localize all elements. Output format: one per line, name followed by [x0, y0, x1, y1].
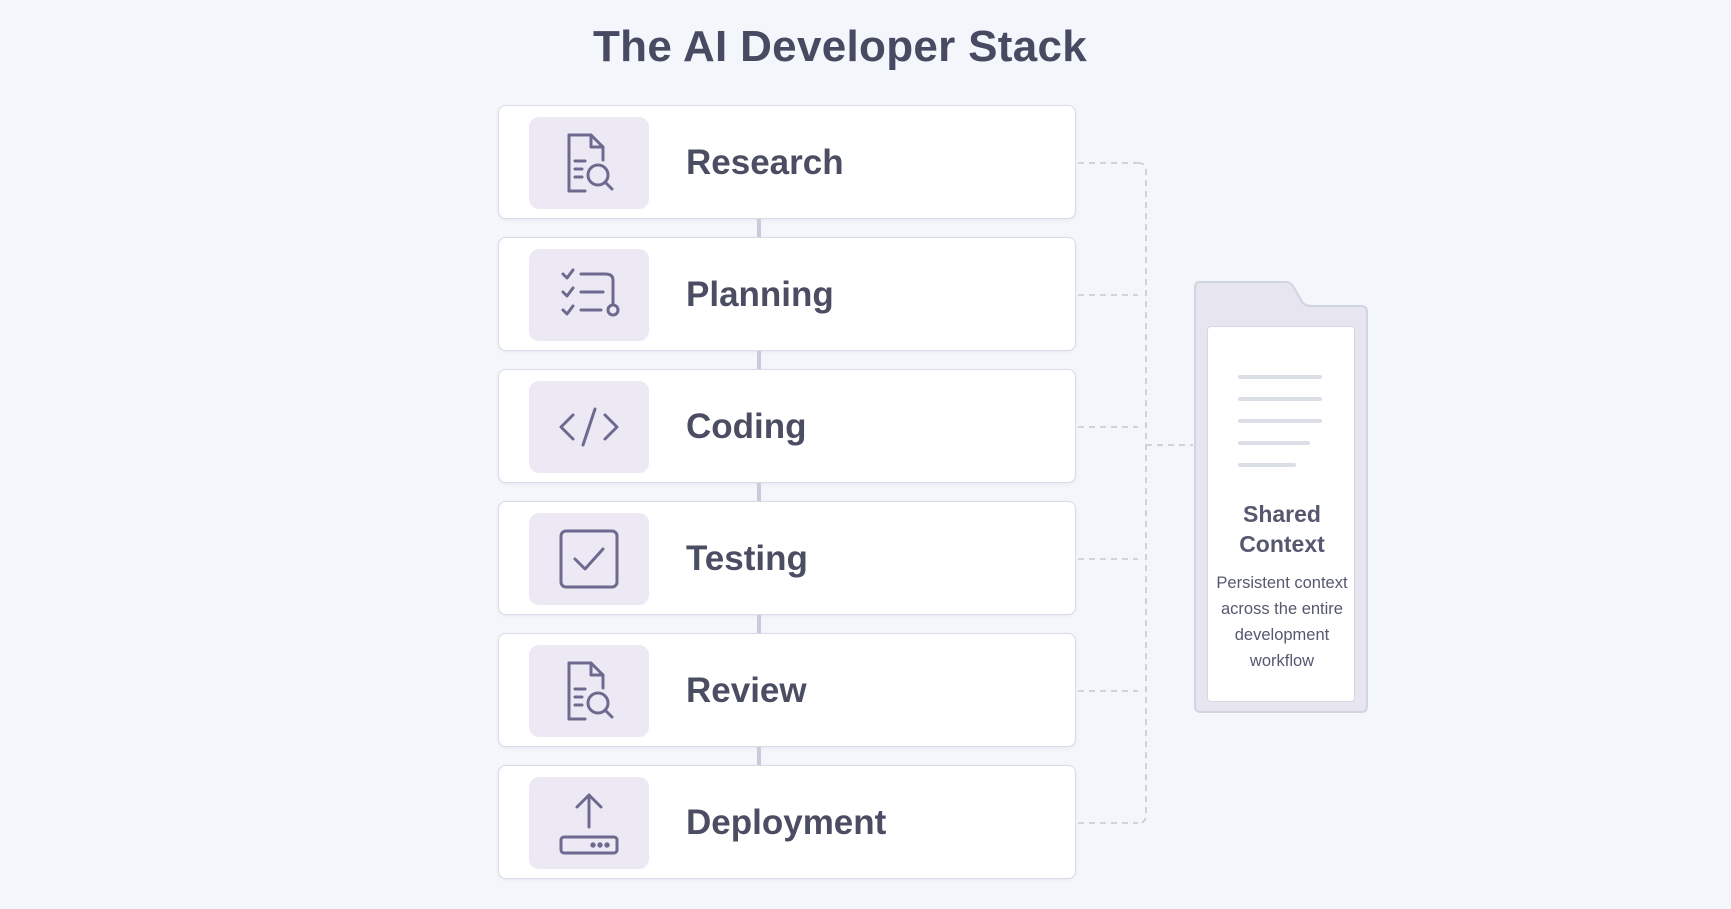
- context-document: Shared Context Persistent context across…: [1207, 326, 1355, 702]
- document-search-icon: [567, 661, 614, 721]
- stage-connector: [757, 219, 761, 237]
- stage-card-testing[interactable]: Testing: [498, 501, 1076, 615]
- stage-label: Coding: [686, 407, 807, 446]
- stage-icon-box: [529, 513, 649, 605]
- checklist-icon: [561, 268, 620, 317]
- stage-label: Planning: [686, 275, 834, 314]
- stage-icon-box: [529, 381, 649, 473]
- stage-card-research[interactable]: Research: [498, 105, 1076, 219]
- stage-label: Review: [686, 671, 807, 710]
- stage-card-coding[interactable]: Coding: [498, 369, 1076, 483]
- stage-connector: [757, 483, 761, 501]
- stage-card-deployment[interactable]: Deployment: [498, 765, 1076, 879]
- stage-label: Testing: [686, 539, 808, 578]
- document-search-icon: [567, 133, 614, 193]
- diagram-canvas: The AI Developer Stack Research Planning…: [0, 0, 1731, 909]
- stage-connector: [757, 351, 761, 369]
- stage-icon-box: [529, 777, 649, 869]
- stage-connector: [757, 747, 761, 765]
- code-brackets-icon: [559, 407, 619, 447]
- stage-card-planning[interactable]: Planning: [498, 237, 1076, 351]
- stage-icon-box: [529, 117, 649, 209]
- document-text-lines: [1238, 375, 1322, 485]
- stage-connector: [757, 615, 761, 633]
- upload-server-icon: [559, 793, 619, 855]
- stage-label: Deployment: [686, 803, 887, 842]
- stage-label: Research: [686, 143, 844, 182]
- diagram-title: The AI Developer Stack: [592, 22, 1088, 71]
- shared-context-title: Shared Context: [1239, 501, 1325, 557]
- stage-icon-box: [529, 249, 649, 341]
- shared-context-description: Persistent context across the entire dev…: [1216, 574, 1348, 670]
- checkbox-icon: [559, 529, 619, 589]
- shared-context-panel[interactable]: Shared Context Persistent context across…: [1193, 280, 1369, 714]
- stage-icon-box: [529, 645, 649, 737]
- stage-card-review[interactable]: Review: [498, 633, 1076, 747]
